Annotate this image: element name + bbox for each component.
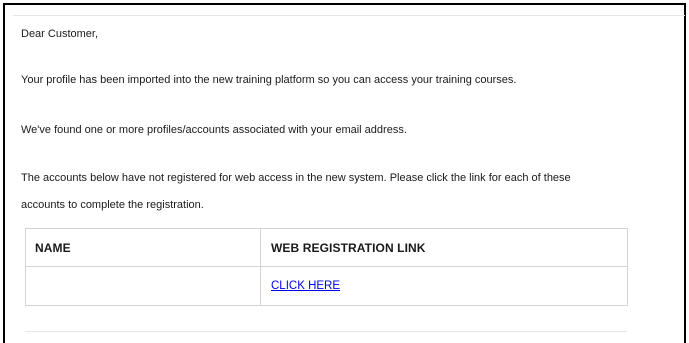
email-frame: Dear Customer, Your profile has been imp…: [3, 3, 686, 343]
greeting-text: Dear Customer,: [21, 28, 99, 40]
registration-link-cell: CLICK HERE: [260, 266, 628, 306]
profiles-found-text: We've found one or more profiles/account…: [21, 124, 407, 136]
accounts-table: NAME WEB REGISTRATION LINK CLICK HERE: [25, 228, 628, 306]
table-header-row: NAME WEB REGISTRATION LINK: [25, 228, 628, 267]
bottom-divider: [25, 331, 627, 332]
profile-imported-text: Your profile has been imported into the …: [21, 74, 517, 86]
top-divider: [13, 15, 685, 16]
registration-instructions-line-2: accounts to complete the registration.: [21, 199, 204, 211]
web-registration-link-column-header: WEB REGISTRATION LINK: [260, 228, 628, 267]
name-column-header: NAME: [25, 228, 261, 267]
account-name-cell: [25, 266, 261, 306]
table-row: CLICK HERE: [25, 266, 628, 306]
click-here-link[interactable]: CLICK HERE: [271, 280, 340, 292]
registration-instructions-line-1: The accounts below have not registered f…: [21, 172, 571, 184]
